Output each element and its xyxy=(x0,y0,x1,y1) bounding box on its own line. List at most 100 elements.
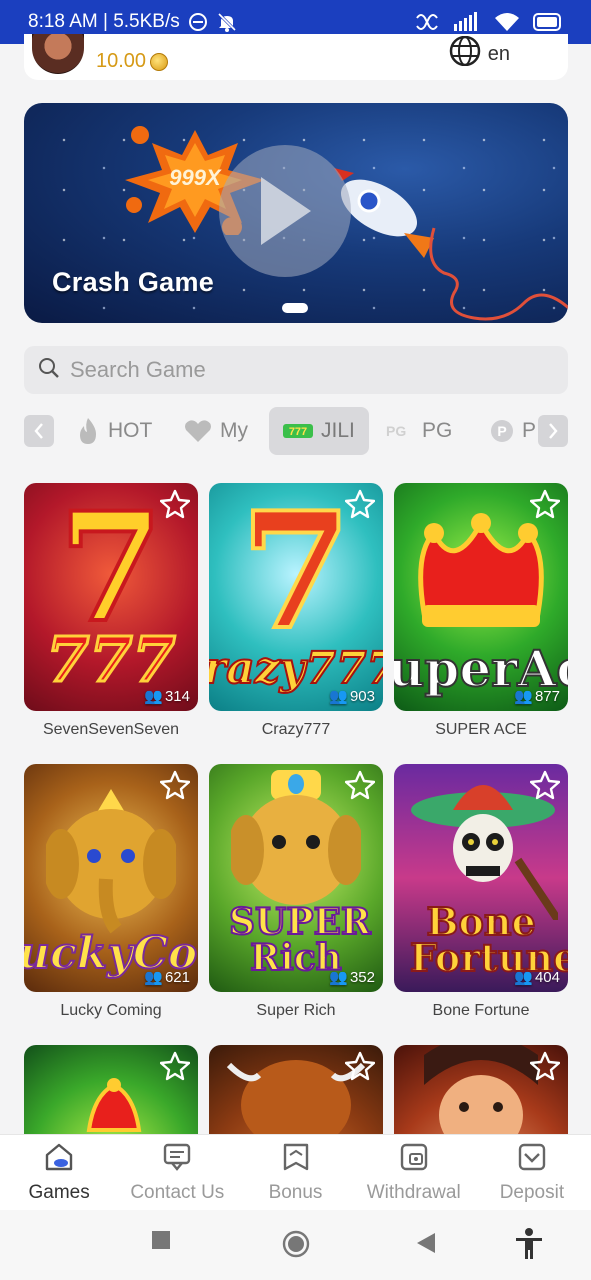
tabs-scroll-left-button[interactable] xyxy=(24,415,54,447)
balance: 10.00 xyxy=(96,50,169,73)
favorite-star-icon[interactable] xyxy=(529,770,561,805)
player-count: 👥 404 xyxy=(514,968,560,987)
players-icon: 👥 xyxy=(514,969,533,986)
globe-icon xyxy=(448,35,482,72)
multiplier-text: 999X xyxy=(169,165,222,190)
nav-bonus[interactable]: Bonus xyxy=(236,1135,354,1210)
player-count: 👥 352 xyxy=(329,968,375,987)
game-card[interactable]: uckyComin 👥621 Lucky Coming xyxy=(24,764,198,1020)
game-thumbnail[interactable]: 7 razy777 👥903 xyxy=(209,483,383,711)
jester-crown-icon xyxy=(86,1078,142,1132)
game-art-text: SUPER Rich xyxy=(228,901,372,979)
wifi-icon xyxy=(495,12,519,32)
language-switcher[interactable]: en xyxy=(448,35,510,72)
nav-contact-us[interactable]: Contact Us xyxy=(118,1135,236,1210)
tab-pg-label: PG xyxy=(422,419,453,442)
p-logo-icon: P xyxy=(490,419,514,443)
player-count-value: 877 xyxy=(534,687,560,705)
players-icon: 👥 xyxy=(144,969,163,986)
favorite-star-icon[interactable] xyxy=(529,1051,561,1086)
home-icon[interactable] xyxy=(282,1230,310,1263)
player-count: 👥 314 xyxy=(144,687,190,706)
tab-pg[interactable]: PG PG xyxy=(386,407,452,455)
game-name: SevenSevenSeven xyxy=(42,721,180,738)
player-count-value: 352 xyxy=(349,968,375,986)
chevron-right-icon xyxy=(549,423,558,439)
game-thumbnail[interactable]: uckyComin 👥621 xyxy=(24,764,198,992)
search-input[interactable] xyxy=(70,357,530,383)
player-count: 👥 621 xyxy=(144,968,190,987)
favorite-star-icon[interactable] xyxy=(159,489,191,524)
game-thumbnail[interactable]: 7 777 👥 314 xyxy=(24,483,198,711)
favorite-star-icon[interactable] xyxy=(344,770,376,805)
dnd-icon xyxy=(188,12,208,32)
status-time-speed: 8:18 AM | 5.5KB/s xyxy=(28,11,180,32)
tab-jili[interactable]: 777 JILI xyxy=(269,407,369,455)
favorite-star-icon[interactable] xyxy=(159,770,191,805)
game-thumbnail[interactable]: SUPER Rich 👥 352 xyxy=(209,764,383,992)
game-name: Crazy777 xyxy=(261,721,331,738)
tab-hot[interactable]: HOT xyxy=(76,407,152,455)
balance-amount: 10.00 xyxy=(96,50,147,72)
bottom-nav: Games Contact Us Bonus Withdrawal Deposi… xyxy=(0,1134,591,1210)
games-icon xyxy=(44,1142,74,1178)
jili-logo-icon: 777 xyxy=(283,423,313,439)
game-name: Lucky Coming xyxy=(60,1002,162,1019)
player-count-value: 314 xyxy=(164,687,190,705)
play-icon xyxy=(261,177,311,245)
nav-withdrawal[interactable]: Withdrawal xyxy=(355,1135,473,1210)
tab-my[interactable]: My xyxy=(184,407,248,455)
rocket-trail-icon xyxy=(429,227,568,321)
tab-my-label: My xyxy=(220,419,248,442)
player-count-value: 621 xyxy=(164,968,190,986)
nav-withdrawal-label: Withdrawal xyxy=(366,1181,461,1203)
game-card[interactable]: Bone Fortune 👥 404 Bone Fortune xyxy=(394,764,568,1020)
game-thumbnail[interactable]: uperAce 👥877 xyxy=(394,483,568,711)
withdrawal-icon xyxy=(399,1142,429,1178)
game-card[interactable]: 7 777 👥 314 SevenSevenSeven xyxy=(24,483,198,739)
warrior-face-icon xyxy=(424,1045,538,1135)
favorite-star-icon[interactable] xyxy=(159,1051,191,1086)
favorite-star-icon[interactable] xyxy=(344,1051,376,1086)
bonus-icon xyxy=(281,1142,311,1178)
search-bar[interactable] xyxy=(24,346,568,394)
tab-p-label: P xyxy=(522,419,536,442)
game-thumbnail[interactable]: Bone Fortune 👥 404 xyxy=(394,764,568,992)
players-icon: 👥 xyxy=(514,688,533,705)
nav-games[interactable]: Games xyxy=(0,1135,118,1210)
chevron-left-icon xyxy=(34,423,43,439)
avatar[interactable] xyxy=(32,34,84,74)
mute-bell-icon xyxy=(216,11,238,33)
signal-icon xyxy=(453,12,481,32)
play-video-button[interactable] xyxy=(219,145,351,277)
jester-crown-icon xyxy=(418,513,544,627)
promo-banner[interactable]: 999X Crash Game xyxy=(24,103,568,323)
game-card[interactable]: uperAce 👥877 SUPER ACE xyxy=(394,483,568,739)
search-icon xyxy=(38,357,60,384)
nav-deposit-label: Deposit xyxy=(499,1181,565,1203)
accessibility-icon[interactable] xyxy=(514,1228,544,1265)
banner-title: Crash Game xyxy=(52,267,215,297)
recent-apps-icon[interactable] xyxy=(151,1230,171,1255)
favorite-star-icon[interactable] xyxy=(529,489,561,524)
game-card[interactable]: SUPER Rich 👥 352 Super Rich xyxy=(209,764,383,1020)
players-icon: 👥 xyxy=(144,688,163,705)
back-icon[interactable] xyxy=(416,1232,436,1259)
player-count-value: 404 xyxy=(534,968,560,986)
language-label: en xyxy=(487,42,510,65)
elephant-god-icon xyxy=(46,789,176,934)
p-badge-text: P xyxy=(497,423,506,439)
nav-bonus-label: Bonus xyxy=(268,1181,323,1203)
tabs-scroll-right-button[interactable] xyxy=(538,415,568,447)
nav-deposit[interactable]: Deposit xyxy=(473,1135,591,1210)
players-icon: 👥 xyxy=(329,969,348,986)
game-name: Super Rich xyxy=(256,1002,336,1019)
tab-p[interactable]: P P xyxy=(490,407,536,455)
jili-badge-text: 777 xyxy=(289,426,307,438)
pg-logo-icon: PG xyxy=(386,423,414,439)
favorite-star-icon[interactable] xyxy=(344,489,376,524)
carousel-indicator[interactable] xyxy=(282,303,308,313)
players-icon: 👥 xyxy=(329,688,348,705)
nav-contact-us-label: Contact Us xyxy=(130,1181,225,1203)
game-card[interactable]: 7 razy777 👥903 Crazy777 xyxy=(209,483,383,739)
